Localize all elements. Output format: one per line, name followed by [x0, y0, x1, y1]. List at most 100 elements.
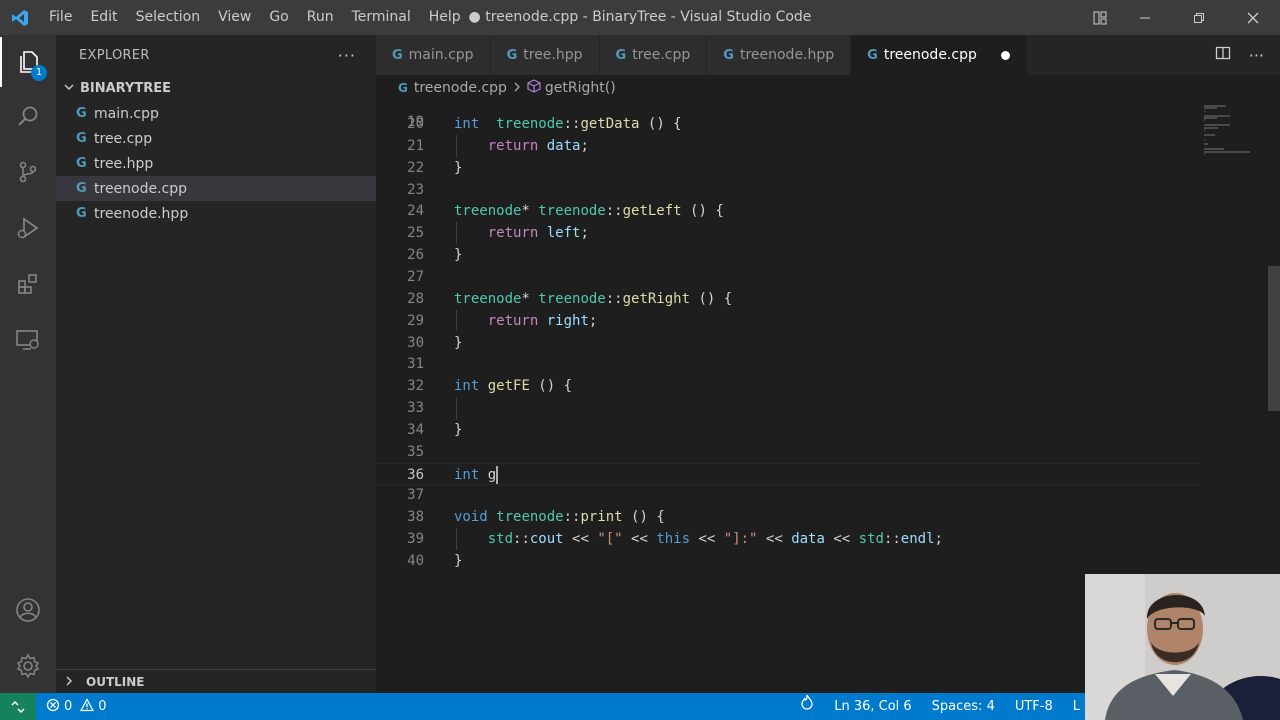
line-number: 26 — [407, 247, 424, 264]
title-bar: File Edit Selection View Go Run Terminal Help ●… — [0, 0, 1280, 35]
minimize-button[interactable] — [1118, 0, 1172, 35]
code-line: 32 int getFE () { — [376, 375, 1200, 397]
code-line: 34} — [376, 419, 1200, 441]
cpp-file-icon: G — [76, 131, 87, 146]
run-debug-icon[interactable] — [0, 203, 56, 253]
code-line: 29 return right; — [376, 310, 1200, 332]
encoding[interactable]: UTF-8 — [1005, 693, 1063, 720]
file-item[interactable]: Gtree.hpp — [56, 151, 376, 176]
unsaved-dot-icon[interactable] — [1000, 50, 1010, 60]
code-line: 31 — [376, 353, 1200, 375]
menu-edit[interactable]: Edit — [81, 0, 126, 35]
code-line: 35 — [376, 441, 1200, 463]
menu-terminal[interactable]: Terminal — [343, 0, 420, 35]
method-icon — [527, 79, 541, 97]
line-number: 40 — [407, 553, 424, 569]
cpp-file-icon: G — [76, 106, 87, 121]
code-text: void treenode::print () { — [454, 509, 665, 526]
indent-guide — [456, 397, 457, 419]
more-actions-icon[interactable]: ··· — [1249, 46, 1264, 65]
line-number: 35 — [407, 443, 424, 460]
tab-label: treenode.hpp — [739, 47, 835, 63]
line-number: 32 — [407, 378, 424, 395]
folder-header[interactable]: BINARYTREE — [56, 75, 376, 101]
restore-button[interactable] — [1172, 0, 1226, 35]
tab-tree-cpp[interactable]: Gtree.cpp — [599, 35, 708, 75]
settings-gear-icon[interactable] — [0, 641, 56, 691]
outline-title: OUTLINE — [86, 674, 145, 689]
remote-explorer-icon[interactable] — [0, 315, 56, 365]
cpp-file-icon: G — [506, 47, 518, 63]
file-item[interactable]: Gmain.cpp — [56, 101, 376, 126]
more-actions-icon[interactable]: ··· — [338, 46, 356, 65]
code-text: std::cout << "[" << this << "]:" << data… — [487, 531, 943, 548]
search-icon[interactable] — [0, 91, 56, 141]
file-item[interactable]: Gtreenode.hpp — [56, 201, 376, 226]
code-line: 27 — [376, 266, 1200, 288]
indentation[interactable]: Spaces: 4 — [922, 693, 1005, 720]
line-number: 27 — [407, 268, 424, 285]
line-number: 30 — [407, 334, 424, 351]
cursor-position[interactable]: Ln 36, Col 6 — [824, 693, 921, 720]
text-cursor — [496, 465, 499, 484]
customize-layout-icon[interactable] — [1082, 0, 1118, 35]
code-line: 39 std::cout << "[" << this << "]:" << d… — [376, 528, 1200, 550]
menu-bar: File Edit Selection View Go Run Terminal Help — [40, 0, 470, 35]
code-text: return data; — [487, 137, 589, 154]
menu-file[interactable]: File — [40, 0, 81, 35]
code-line: 21 return data; — [376, 135, 1200, 157]
code-line: 40} — [376, 550, 1200, 572]
menu-help[interactable]: Help — [420, 0, 470, 35]
tab-main-cpp[interactable]: Gmain.cpp — [376, 35, 491, 75]
line-number: 24 — [407, 203, 424, 220]
code-line: 22} — [376, 157, 1200, 179]
folder-name: BINARYTREE — [80, 80, 172, 96]
code-line: 37 — [376, 484, 1200, 506]
breadcrumb: G treenode.cpp getRight() — [376, 75, 1280, 101]
breadcrumb-file[interactable]: treenode.cpp — [414, 80, 507, 96]
problems-indicator[interactable]: 0 0 — [36, 697, 107, 716]
live-share-icon[interactable] — [790, 693, 824, 720]
remote-indicator-icon[interactable] — [0, 693, 36, 720]
explorer-title: EXPLORER — [79, 47, 150, 63]
code-editor[interactable]: 19 20 int treenode::getData () {21 return… — [376, 101, 1200, 693]
warning-count: 0 — [98, 699, 107, 714]
outline-section[interactable]: OUTLINE — [56, 669, 376, 693]
line-number: 28 — [407, 290, 424, 307]
menu-go[interactable]: Go — [260, 0, 297, 35]
close-window-button[interactable] — [1226, 0, 1280, 35]
menu-selection[interactable]: Selection — [127, 0, 210, 35]
tab-label: main.cpp — [408, 47, 474, 63]
file-name: main.cpp — [94, 105, 159, 122]
line-number: 25 — [407, 225, 424, 242]
menu-view[interactable]: View — [209, 0, 260, 35]
split-editor-icon[interactable] — [1215, 45, 1231, 65]
source-control-icon[interactable] — [0, 147, 56, 197]
tab-actions: ··· — [1215, 35, 1264, 75]
files-icon[interactable]: 1 — [0, 37, 56, 87]
explorer-sidebar: EXPLORER ··· BINARYTREE Gmain.cpp Gtree.c… — [56, 35, 376, 693]
minimap-line — [1204, 117, 1217, 119]
account-icon[interactable] — [0, 585, 56, 635]
line-number: 21 — [407, 137, 424, 154]
line-number: 20 — [407, 116, 424, 132]
tab-treenode-cpp[interactable]: Gtreenode.cpp — [851, 35, 1027, 75]
scrollbar-thumb[interactable] — [1268, 266, 1280, 411]
file-item[interactable]: Gtree.cpp — [56, 126, 376, 151]
minimap-line — [1204, 119, 1205, 122]
error-count: 0 — [64, 699, 73, 714]
line-number: 29 — [407, 312, 424, 329]
window-controls — [1082, 0, 1280, 35]
code-line: 23 — [376, 179, 1200, 201]
code-text: int treenode::getData () { — [454, 116, 682, 132]
indent-guide — [456, 528, 457, 550]
breadcrumb-symbol[interactable]: getRight() — [545, 80, 616, 96]
minimap-line — [1204, 138, 1205, 141]
line-number: 33 — [407, 400, 424, 417]
tab-treenode-hpp[interactable]: Gtreenode.hpp — [707, 35, 852, 75]
extensions-icon[interactable] — [0, 259, 56, 309]
menu-run[interactable]: Run — [298, 0, 343, 35]
minimap-line — [1204, 109, 1205, 112]
tab-tree-hpp[interactable]: Gtree.hpp — [490, 35, 600, 75]
file-item[interactable]: Gtreenode.cpp — [56, 176, 376, 201]
